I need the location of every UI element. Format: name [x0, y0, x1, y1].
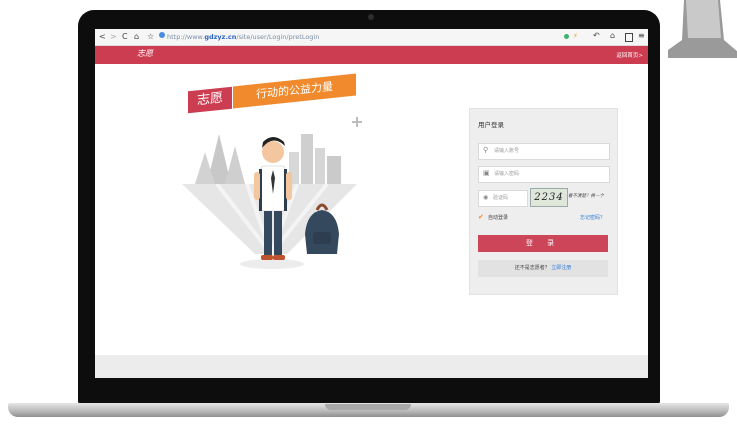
undo-icon[interactable]: ↶	[593, 31, 600, 40]
site-logo[interactable]: 志愿	[137, 48, 153, 59]
checkmark-icon[interactable]: ✔	[478, 213, 484, 221]
forward-button[interactable]: >	[110, 32, 117, 42]
window-icon[interactable]	[625, 33, 633, 42]
url-prefix: http://www.	[167, 33, 205, 41]
menu-icon[interactable]: ≡	[638, 31, 645, 40]
login-button[interactable]: 登 录	[478, 235, 608, 252]
login-panel: 用户登录 ⚲ 请输入账号 ▣ 请输入密码 ◉ 验证码 2234 看不清楚？换一个…	[469, 108, 618, 295]
laptop-notch	[325, 404, 411, 410]
bookmark-star-icon[interactable]: ☆	[147, 32, 154, 42]
auto-login-label[interactable]: 自动登录	[488, 214, 508, 221]
password-placeholder: 请输入密码	[494, 171, 520, 177]
browser-toolbar: < > C ⌂ ☆ http://www.gdzyz.cn/site/user/…	[95, 29, 648, 46]
reload-button[interactable]: C	[122, 32, 128, 42]
register-box: 还不是志愿者？ 立即注册	[478, 260, 608, 277]
password-input[interactable]: ▣ 请输入密码	[478, 166, 610, 183]
shield-icon: ◉	[483, 194, 489, 201]
back-button[interactable]: <	[99, 32, 106, 42]
login-title: 用户登录	[478, 121, 504, 129]
captcha-refresh-link[interactable]: 看不清楚？换一个	[568, 193, 604, 199]
laptop-screen: < > C ⌂ ☆ http://www.gdzyz.cn/site/user/…	[95, 29, 648, 378]
account-placeholder: 请输入账号	[494, 148, 520, 154]
home-icon[interactable]: ⌂	[610, 31, 615, 40]
site-header: 志愿 返回首页>	[95, 46, 648, 64]
background-laptop	[668, 0, 737, 58]
url-domain: gdzyz.cn	[204, 33, 237, 41]
user-icon: ⚲	[483, 146, 489, 154]
page-footer	[95, 355, 648, 378]
hero-badge-red: 志愿	[188, 86, 232, 114]
site-info-icon[interactable]	[159, 32, 165, 38]
captcha-input[interactable]: ◉ 验证码	[478, 190, 528, 207]
captcha-placeholder: 验证码	[493, 195, 509, 201]
forgot-password-link[interactable]: 忘记密码？	[580, 214, 605, 221]
lightning-icon[interactable]: ⚡	[573, 32, 578, 40]
url-path: /site/user/Login/pretLogin	[236, 33, 320, 41]
return-home-link[interactable]: 返回首页>	[616, 51, 643, 59]
lock-icon: ▣	[483, 169, 490, 177]
webcam	[368, 14, 374, 20]
home-button[interactable]: ⌂	[134, 32, 139, 42]
captcha-image[interactable]: 2234	[530, 188, 568, 207]
register-link[interactable]: 立即注册	[551, 265, 571, 271]
account-input[interactable]: ⚲ 请输入账号	[478, 143, 610, 160]
extension-icon[interactable]	[564, 34, 569, 39]
volunteer-illustration	[182, 117, 362, 269]
address-bar[interactable]: http://www.gdzyz.cn/site/user/Login/pret…	[167, 32, 319, 42]
hero-badge-orange: 行动的公益力量	[233, 73, 356, 109]
register-prompt: 还不是志愿者？	[514, 265, 550, 271]
